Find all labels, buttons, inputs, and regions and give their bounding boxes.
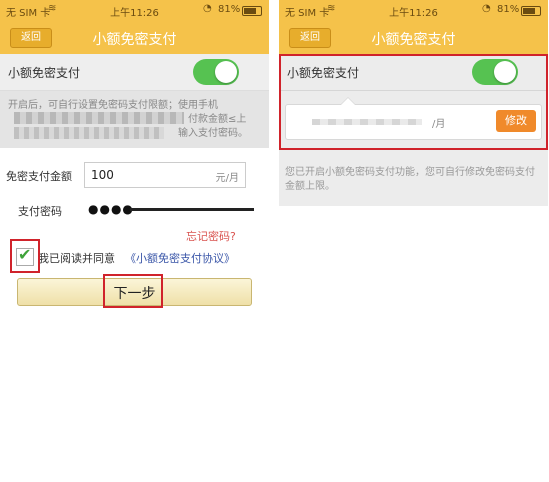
switch-knob (215, 61, 237, 83)
password-label: 支付密码 (18, 205, 62, 218)
battery-icon (521, 6, 541, 16)
redacted-area (14, 112, 184, 124)
highlight-next-button (103, 274, 163, 308)
status-bar: 无 SIM 卡 ≋ 上午11:26 ◔ 81% (0, 0, 269, 20)
description-box: 开启后，可自行设置免密码支付限额；使用手机 付时，付款金额≤上 输入支付密码。 (0, 91, 269, 148)
password-input[interactable]: ●●●● (84, 198, 256, 222)
agree-text: 我已阅读并同意 (38, 252, 115, 265)
lock-icon: ◔ (482, 3, 491, 14)
highlight-checkbox (10, 239, 40, 273)
phone-left: 无 SIM 卡 ≋ 上午11:26 ◔ 81% 返回 小额免密支付 小额免密支付… (0, 0, 269, 482)
amount-input[interactable]: 100 元/月 (84, 162, 246, 188)
toggle-label: 小额免密支付 (8, 66, 81, 80)
amount-unit: 元/月 (215, 173, 239, 184)
description-line-1: 开启后，可自行设置免密码支付限额；使用手机 (8, 100, 218, 111)
nav-bar: 返回 小额免密支付 (0, 20, 269, 54)
nav-bar: 返回 小额免密支付 (279, 20, 548, 54)
no-password-switch[interactable] (193, 59, 239, 85)
lock-icon: ◔ (203, 3, 212, 14)
amount-value: 100 (91, 168, 114, 182)
redacted-area (14, 127, 164, 139)
redacted-area (130, 208, 254, 211)
status-description: 您已开启小额免密码支付功能，您可自行修改免密码支付金额上限。 (285, 167, 535, 192)
amount-label: 免密支付金额 (6, 170, 72, 183)
battery-percent: 81% (497, 4, 520, 15)
forgot-password-link[interactable]: 忘记密码? (186, 228, 236, 244)
page-title: 小额免密支付 (371, 32, 456, 48)
battery-icon (242, 6, 262, 16)
toggle-row: 小额免密支付 (0, 54, 269, 91)
phone-right: 无 SIM 卡 ≋ 上午11:26 ◔ 81% 返回 小额免密支付 小额免密支付… (279, 0, 548, 482)
page-title: 小额免密支付 (92, 32, 177, 48)
status-bar: 无 SIM 卡 ≋ 上午11:26 ◔ 81% (279, 0, 548, 20)
divider (269, 0, 279, 482)
battery-percent: 81% (218, 4, 241, 15)
password-dots: ●●●● (88, 202, 134, 216)
agreement-link[interactable]: 《小额免密支付协议》 (125, 250, 235, 266)
highlight-settings (279, 54, 548, 150)
